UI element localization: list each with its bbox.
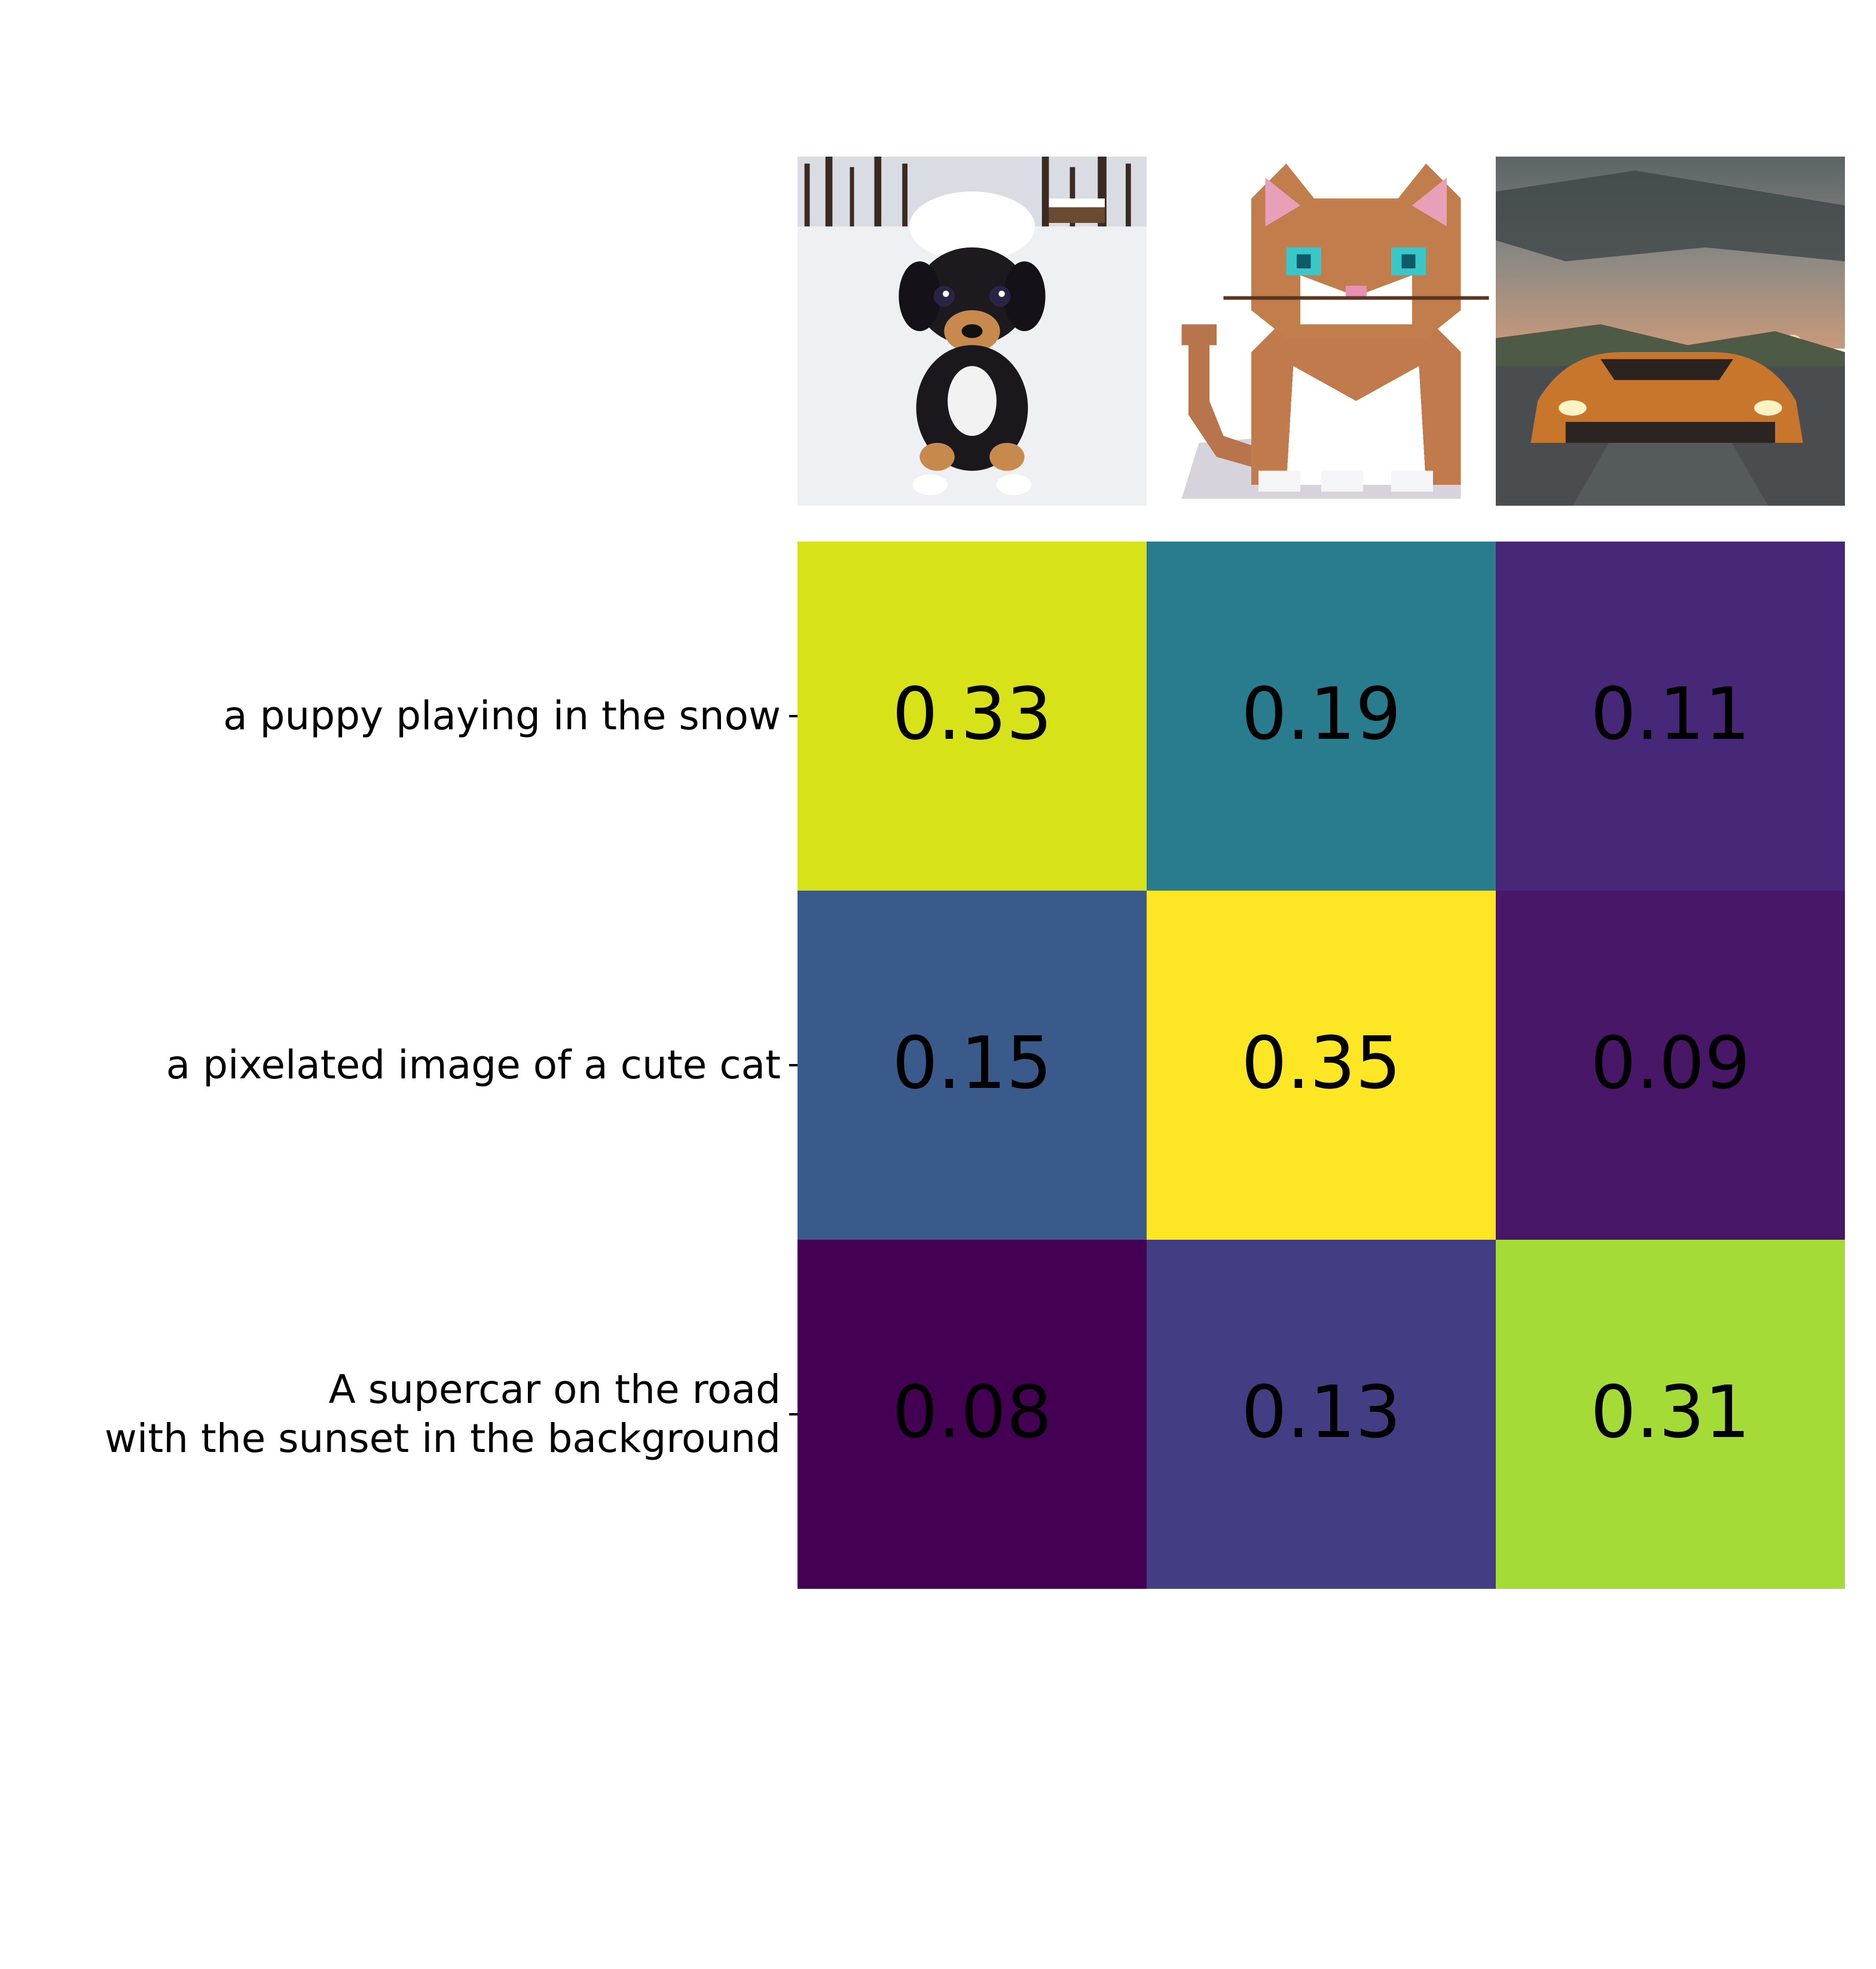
y-axis-tick <box>789 1064 798 1066</box>
heatmap-cell: 0.09 <box>1496 891 1845 1240</box>
heatmap-cell: 0.13 <box>1147 1240 1496 1589</box>
cell-value-label: 0.19 <box>1241 673 1401 756</box>
pixel-cat-image <box>1147 157 1496 506</box>
supercar-sunset-image <box>1496 157 1845 506</box>
similarity-heatmap-figure: 0.33 0.19 0.11 0.15 0.35 0.09 0.08 0.13 0.31 a p… <box>0 0 1876 1969</box>
heatmap-cell: 0.15 <box>798 891 1147 1240</box>
cell-value-label: 0.11 <box>1590 673 1750 756</box>
cell-value-label: 0.31 <box>1590 1371 1750 1454</box>
cell-value-label: 0.15 <box>892 1022 1052 1105</box>
cell-value-label: 0.09 <box>1590 1022 1750 1105</box>
cell-value-label: 0.35 <box>1241 1022 1401 1105</box>
heatmap-cell: 0.35 <box>1147 891 1496 1240</box>
y-axis-tick <box>789 715 798 717</box>
y-axis-label: A supercar on the road with the sunset i… <box>105 1366 781 1462</box>
cell-value-label: 0.33 <box>892 673 1052 756</box>
puppy-in-snow-image <box>798 157 1147 506</box>
y-axis-tick <box>789 1413 798 1415</box>
heatmap-cell: 0.31 <box>1496 1240 1845 1589</box>
heatmap-cell: 0.11 <box>1496 542 1845 891</box>
heatmap-cell: 0.08 <box>798 1240 1147 1589</box>
cell-value-label: 0.08 <box>892 1371 1052 1454</box>
heatmap-cell: 0.33 <box>798 542 1147 891</box>
heatmap-cell: 0.19 <box>1147 542 1496 891</box>
heatmap-grid: 0.33 0.19 0.11 0.15 0.35 0.09 0.08 0.13 0.31 <box>798 542 1845 1589</box>
y-axis-label: a puppy playing in the snow <box>223 692 781 739</box>
cell-value-label: 0.13 <box>1241 1371 1401 1454</box>
y-axis-label: a pixelated image of a cute cat <box>166 1041 781 1088</box>
